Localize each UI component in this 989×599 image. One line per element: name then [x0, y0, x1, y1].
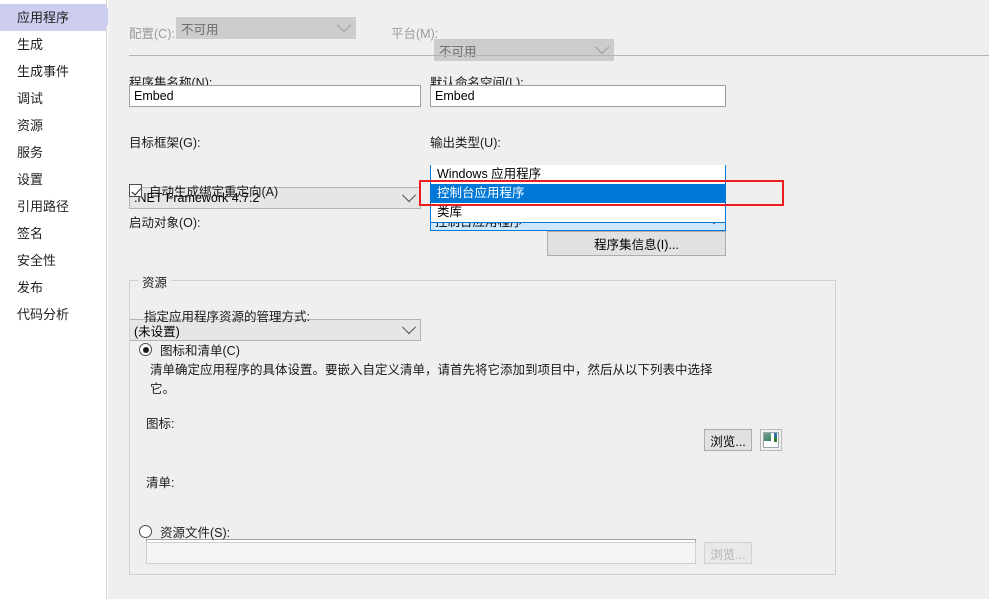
auto-binding-redirect-checkbox-row[interactable]: 自动生成绑定重定向(A) — [129, 181, 278, 200]
sidebar-item-code-analysis[interactable]: 代码分析 — [0, 301, 106, 328]
sidebar-item-label: 代码分析 — [17, 307, 70, 322]
sidebar-item-services[interactable]: 服务 — [0, 139, 106, 166]
default-namespace-input[interactable]: Embed — [430, 85, 726, 107]
sidebar-item-label: 生成事件 — [17, 64, 70, 79]
sidebar-item-label: 生成 — [17, 37, 44, 52]
output-type-label: 输出类型(U): — [430, 136, 501, 150]
auto-binding-redirect-label: 自动生成绑定重定向(A) — [149, 185, 279, 199]
icon-browse-button-label: 浏览... — [710, 434, 746, 449]
platform-dropdown[interactable]: 不可用 — [434, 39, 614, 61]
assembly-name-value: Embed — [134, 89, 174, 103]
sidebar-item-build[interactable]: 生成 — [0, 31, 106, 58]
resources-description: 指定应用程序资源的管理方式: — [144, 310, 310, 324]
configuration-dropdown[interactable]: 不可用 — [176, 17, 356, 39]
target-framework-label: 目标框架(G): — [129, 136, 201, 150]
radio-icon[interactable] — [139, 525, 152, 538]
chevron-down-icon — [398, 188, 420, 203]
radio-icon[interactable] — [139, 343, 152, 356]
picture-preview-icon — [760, 429, 782, 451]
platform-label: 平台(M): — [391, 27, 439, 41]
sidebar-item-reference-paths[interactable]: 引用路径 — [0, 193, 106, 220]
icon-and-manifest-label: 图标和清单(C) — [160, 344, 240, 358]
assembly-information-button-label: 程序集信息(I)... — [594, 238, 679, 252]
sidebar-item-label: 发布 — [17, 280, 44, 295]
resource-file-input[interactable] — [146, 542, 696, 564]
sidebar-item-label: 安全性 — [17, 253, 57, 268]
sidebar-item-label: 调试 — [17, 91, 44, 106]
sidebar-item-label: 资源 — [17, 118, 44, 133]
sidebar-item-build-events[interactable]: 生成事件 — [0, 58, 106, 85]
resource-file-radio-row[interactable]: 资源文件(S): — [139, 522, 230, 541]
manifest-label: 清单: — [146, 476, 175, 490]
icon-and-manifest-radio-row[interactable]: 图标和清单(C) — [139, 340, 240, 359]
sidebar-item-label: 应用程序 — [17, 10, 70, 25]
sidebar-item-settings[interactable]: 设置 — [0, 166, 106, 193]
manifest-help-text: 清单确定应用程序的具体设置。要嵌入自定义清单，请首先将它添加到项目中，然后从以下… — [150, 363, 713, 396]
sidebar-item-label: 签名 — [17, 226, 44, 241]
chevron-down-icon — [591, 40, 613, 55]
resources-groupbox-title: 资源 — [138, 272, 172, 291]
output-type-option-class-library[interactable]: 类库 — [431, 203, 725, 222]
sidebar-item-label: 引用路径 — [17, 199, 70, 214]
output-type-option-list[interactable]: Windows 应用程序 控制台应用程序 类库 — [430, 165, 726, 223]
output-type-option-console-app[interactable]: 控制台应用程序 — [431, 184, 725, 203]
output-type-option-windows-app[interactable]: Windows 应用程序 — [431, 165, 725, 184]
sidebar-item-debug[interactable]: 调试 — [0, 85, 106, 112]
checkbox-icon[interactable] — [129, 184, 142, 197]
icon-browse-button[interactable]: 浏览... — [704, 429, 752, 451]
configuration-value: 不可用 — [181, 22, 219, 37]
application-properties-pane: 配置(C): 不可用 平台(M): 不可用 程序集名称(N): Embed 默认… — [108, 0, 989, 599]
sidebar-item-label: 设置 — [17, 172, 44, 187]
sidebar-item-publish[interactable]: 发布 — [0, 274, 106, 301]
sidebar-item-signing[interactable]: 签名 — [0, 220, 106, 247]
resource-file-label: 资源文件(S): — [160, 526, 231, 540]
assembly-information-button[interactable]: 程序集信息(I)... — [547, 231, 726, 256]
resource-file-browse-button-label: 浏览... — [710, 547, 746, 562]
configuration-label: 配置(C): — [129, 27, 175, 41]
assembly-name-input[interactable]: Embed — [129, 85, 421, 107]
category-sidebar: 应用程序 生成 生成事件 调试 资源 服务 设置 引用路径 签名 安全性 发布 … — [0, 0, 117, 599]
horizontal-divider — [129, 55, 989, 56]
default-namespace-value: Embed — [435, 89, 475, 103]
startup-object-label: 启动对象(O): — [129, 216, 201, 230]
sidebar-item-label: 服务 — [17, 145, 44, 160]
resource-file-browse-button: 浏览... — [704, 542, 752, 564]
sidebar-item-application[interactable]: 应用程序 — [0, 4, 117, 31]
platform-value: 不可用 — [439, 44, 477, 59]
icon-label: 图标: — [146, 417, 175, 431]
chevron-down-icon — [333, 18, 355, 33]
sidebar-item-security[interactable]: 安全性 — [0, 247, 106, 274]
sidebar-item-resources[interactable]: 资源 — [0, 112, 106, 139]
